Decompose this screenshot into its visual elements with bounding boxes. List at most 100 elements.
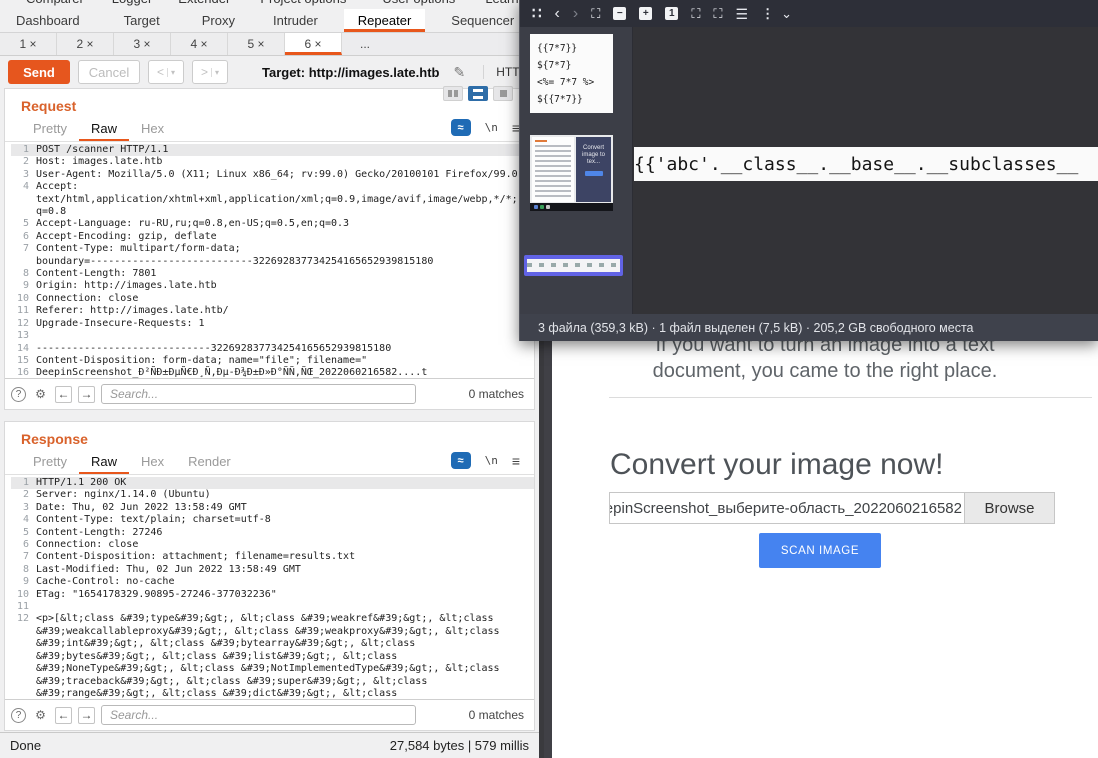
repeater-tab-5[interactable]: 5 × <box>228 33 285 55</box>
line-text: <p>[&lt;class &#39;type&#39;&gt;, &lt;cl… <box>36 613 500 708</box>
line-number: 9 <box>11 280 29 292</box>
search-help-icon[interactable]: ? <box>11 387 26 402</box>
zoom-in-icon[interactable]: + <box>639 7 652 20</box>
repeater-tab-more[interactable]: ... <box>342 33 388 55</box>
response-tab-hex[interactable]: Hex <box>129 451 176 474</box>
request-panel: Request Pretty Raw Hex ≈ \n ≡ 1 POST /sc… <box>4 88 535 410</box>
fullscreen-icon[interactable]: ⛶ <box>691 7 700 20</box>
line-text: POST /scanner HTTP/1.1 <box>36 144 168 156</box>
scan-image-button[interactable]: SCAN IMAGE <box>759 533 881 568</box>
request-line: 7 Content-Type: multipart/form-data; bou… <box>11 243 534 268</box>
repeater-tab-1[interactable]: 1 × <box>0 33 57 55</box>
request-editor[interactable]: 1 POST /scanner HTTP/1.1 2 Host: images.… <box>5 142 534 379</box>
line-text: Connection: close <box>36 539 138 551</box>
response-tab-raw[interactable]: Raw <box>79 451 129 474</box>
selected-image-thumbnail[interactable] <box>524 255 623 276</box>
grid-view-icon[interactable]: ∷ <box>532 6 542 21</box>
tab-intruder[interactable]: Intruder <box>259 9 332 32</box>
search-help-icon[interactable]: ? <box>11 708 26 723</box>
next-dropdown-icon[interactable]: ▾ <box>211 68 219 77</box>
search-previous-icon[interactable]: ← <box>55 707 72 724</box>
show-newlines-icon[interactable]: \n <box>485 454 498 467</box>
response-editor[interactable]: 1 HTTP/1.1 200 OK 2 Server: nginx/1.14.0… <box>5 475 534 708</box>
request-line: 2 Host: images.late.htb <box>11 156 534 168</box>
search-settings-icon[interactable]: ⚙ <box>32 707 49 724</box>
request-search-matches: 0 matches <box>469 387 524 401</box>
screenshot-thumbnail[interactable]: Convert image to tex... <box>530 135 613 211</box>
pretty-print-icon[interactable]: ≈ <box>451 452 471 469</box>
request-tab-raw[interactable]: Raw <box>79 118 129 141</box>
line-number: 12 <box>11 318 29 330</box>
fit-view-icon[interactable]: ⛶ <box>591 7 600 20</box>
repeater-tab-2[interactable]: 2 × <box>57 33 114 55</box>
payload-image-text: {{'abc'.__class__.__base__.__subclasses_… <box>634 154 1078 175</box>
tab-project-options[interactable]: Project options <box>260 0 346 9</box>
request-line: 9 Origin: http://images.late.htb <box>11 280 534 292</box>
tab-extender[interactable]: Extender <box>178 0 230 9</box>
search-next-icon[interactable]: → <box>78 386 95 403</box>
request-tab-hex[interactable]: Hex <box>129 118 176 141</box>
zoom-out-icon[interactable]: − <box>613 7 626 20</box>
line-number: 14 <box>11 343 29 355</box>
screenshot-thumb-right-pane: Convert image to tex... <box>576 137 611 202</box>
page-title: Convert your image now! <box>610 448 944 482</box>
forward-icon[interactable]: › <box>573 6 578 22</box>
response-search-matches: 0 matches <box>469 708 524 722</box>
status-done: Done <box>10 738 41 753</box>
request-tab-pretty[interactable]: Pretty <box>21 118 79 141</box>
file-upload-field[interactable]: DeepinScreenshot_выберите-область_202206… <box>609 492 1055 524</box>
line-text: Server: nginx/1.14.0 (Ubuntu) <box>36 489 211 501</box>
response-tab-render[interactable]: Render <box>176 451 243 474</box>
line-number: 1 <box>11 144 29 156</box>
actual-size-icon[interactable]: 1 <box>665 7 678 20</box>
cancel-button[interactable]: Cancel <box>78 60 140 84</box>
image-preview-canvas[interactable]: {{'abc'.__class__.__base__.__subclasses_… <box>633 27 1098 314</box>
search-next-icon[interactable]: → <box>78 707 95 724</box>
target-url: http://images.late.htb <box>309 65 440 80</box>
editor-menu-icon[interactable]: ≡ <box>512 453 520 469</box>
edit-target-icon[interactable]: ✎ <box>453 64 465 81</box>
rows-layout-button[interactable] <box>468 86 488 101</box>
repeater-tab-6[interactable]: 6 × <box>285 33 342 55</box>
more-icon[interactable]: ⋮ <box>761 7 774 20</box>
previous-dropdown-icon[interactable]: ▾ <box>167 68 175 77</box>
line-text: Origin: http://images.late.htb <box>36 280 217 292</box>
target-label: Target: http://images.late.htb <box>262 65 439 80</box>
dropdown-icon[interactable]: ⌄ <box>781 7 792 20</box>
show-newlines-icon[interactable]: \n <box>485 121 498 134</box>
request-line: 14 -----------------------------32269283… <box>11 343 534 355</box>
tab-learn[interactable]: Learn <box>485 0 518 9</box>
tab-target[interactable]: Target <box>110 9 174 32</box>
desktop: If you want to turn an image into a text… <box>0 0 1098 758</box>
search-settings-icon[interactable]: ⚙ <box>32 386 49 403</box>
next-request-button[interactable]: >▾ <box>192 60 228 84</box>
response-search-input[interactable] <box>101 705 416 725</box>
line-number: 2 <box>11 156 29 168</box>
single-layout-button[interactable] <box>493 86 513 101</box>
line-text: Upgrade-Insecure-Requests: 1 <box>36 318 205 330</box>
response-tab-pretty[interactable]: Pretty <box>21 451 79 474</box>
tab-logger[interactable]: Logger <box>112 0 152 9</box>
tab-sequencer[interactable]: Sequencer <box>437 9 528 32</box>
send-button[interactable]: Send <box>8 60 70 84</box>
browse-button[interactable]: Browse <box>964 493 1054 523</box>
ssti-payload-thumbnail[interactable]: {{7*7}} ${7*7} <%= 7*7 %> ${{7*7}} <box>530 34 613 113</box>
tab-user-options[interactable]: User options <box>382 0 455 9</box>
tab-repeater[interactable]: Repeater <box>344 9 425 32</box>
pretty-print-icon[interactable]: ≈ <box>451 119 471 136</box>
tab-comparer[interactable]: Comparer <box>26 0 84 9</box>
response-line: 1 HTTP/1.1 200 OK <box>11 477 534 489</box>
line-number: 4 <box>11 181 29 218</box>
frame-view-icon[interactable]: ⛶ <box>713 7 722 20</box>
line-text: Content-Disposition: attachment; filenam… <box>36 551 355 563</box>
list-view-icon[interactable]: ☰ <box>736 7 749 21</box>
repeater-tab-3[interactable]: 3 × <box>114 33 171 55</box>
back-icon[interactable]: ‹ <box>555 6 560 22</box>
repeater-tab-4[interactable]: 4 × <box>171 33 228 55</box>
request-search-input[interactable] <box>101 384 416 404</box>
previous-request-button[interactable]: <▾ <box>148 60 184 84</box>
search-previous-icon[interactable]: ← <box>55 386 72 403</box>
tab-proxy[interactable]: Proxy <box>188 9 249 32</box>
tab-dashboard[interactable]: Dashboard <box>2 9 94 32</box>
columns-layout-button[interactable] <box>443 86 463 101</box>
